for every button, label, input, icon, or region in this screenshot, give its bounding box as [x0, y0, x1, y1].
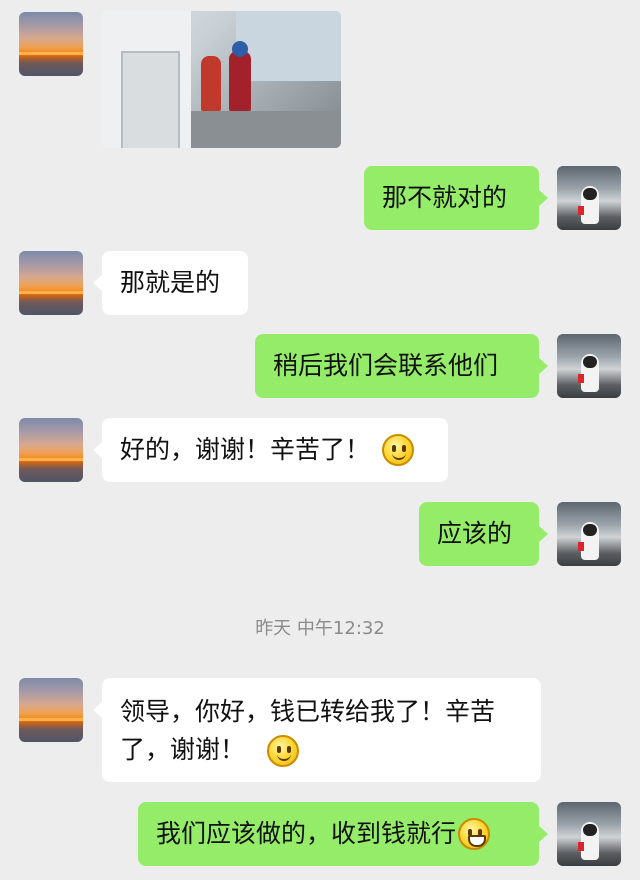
astronaut-helmet	[583, 188, 597, 200]
message-bubble-outgoing[interactable]: 稍后我们会联系他们	[255, 334, 548, 398]
self-avatar[interactable]	[557, 502, 621, 566]
message-bubble-outgoing[interactable]: 应该的	[419, 502, 548, 566]
message-text: 应该的	[437, 519, 513, 548]
photo-shelf	[236, 11, 341, 81]
photo-person	[201, 56, 221, 111]
message-text: 那不就对的	[382, 183, 508, 212]
message-text-line: 了，谢谢！	[120, 735, 246, 764]
message-bubble-incoming[interactable]: 那就是的	[93, 251, 248, 315]
smile-emoji-icon	[382, 434, 415, 466]
self-avatar[interactable]	[557, 802, 621, 866]
message-bubble-incoming[interactable]: 好的，谢谢！辛苦了！	[93, 418, 448, 482]
smile-emoji-icon	[266, 735, 299, 767]
message-text-line: 领导，你好，钱已转给我了！辛苦	[120, 697, 496, 726]
contact-avatar[interactable]	[19, 251, 83, 315]
astronaut-helmet	[583, 824, 597, 836]
message-bubble-incoming[interactable]: 领导，你好，钱已转给我了！辛苦 了，谢谢！	[93, 678, 541, 782]
astronaut-flag	[578, 542, 584, 551]
message-bubble-outgoing[interactable]: 那不就对的	[364, 166, 548, 230]
astronaut-helmet	[583, 524, 597, 536]
message-text: 那就是的	[120, 268, 221, 297]
message-text: 好的，谢谢！辛苦了！	[120, 435, 371, 464]
self-avatar[interactable]	[557, 166, 621, 230]
photo-door	[121, 51, 180, 148]
astronaut-flag	[578, 842, 584, 851]
grin-emoji-icon	[458, 818, 491, 850]
message-bubble-outgoing[interactable]: 我们应该做的，收到钱就行	[138, 802, 548, 866]
photo-person-head	[232, 41, 248, 57]
message-text: 我们应该做的，收到钱就行	[156, 819, 457, 848]
self-avatar[interactable]	[557, 334, 621, 398]
contact-avatar[interactable]	[19, 418, 83, 482]
photo-counter	[191, 111, 341, 148]
contact-avatar[interactable]	[19, 678, 83, 742]
astronaut-flag	[578, 374, 584, 383]
contact-avatar[interactable]	[19, 12, 83, 76]
message-text: 稍后我们会联系他们	[273, 351, 499, 380]
astronaut-flag	[578, 206, 584, 215]
astronaut-helmet	[583, 356, 597, 368]
timestamp: 昨天 中午12:32	[255, 618, 385, 639]
image-message[interactable]	[101, 11, 341, 148]
photo-person	[229, 51, 251, 111]
